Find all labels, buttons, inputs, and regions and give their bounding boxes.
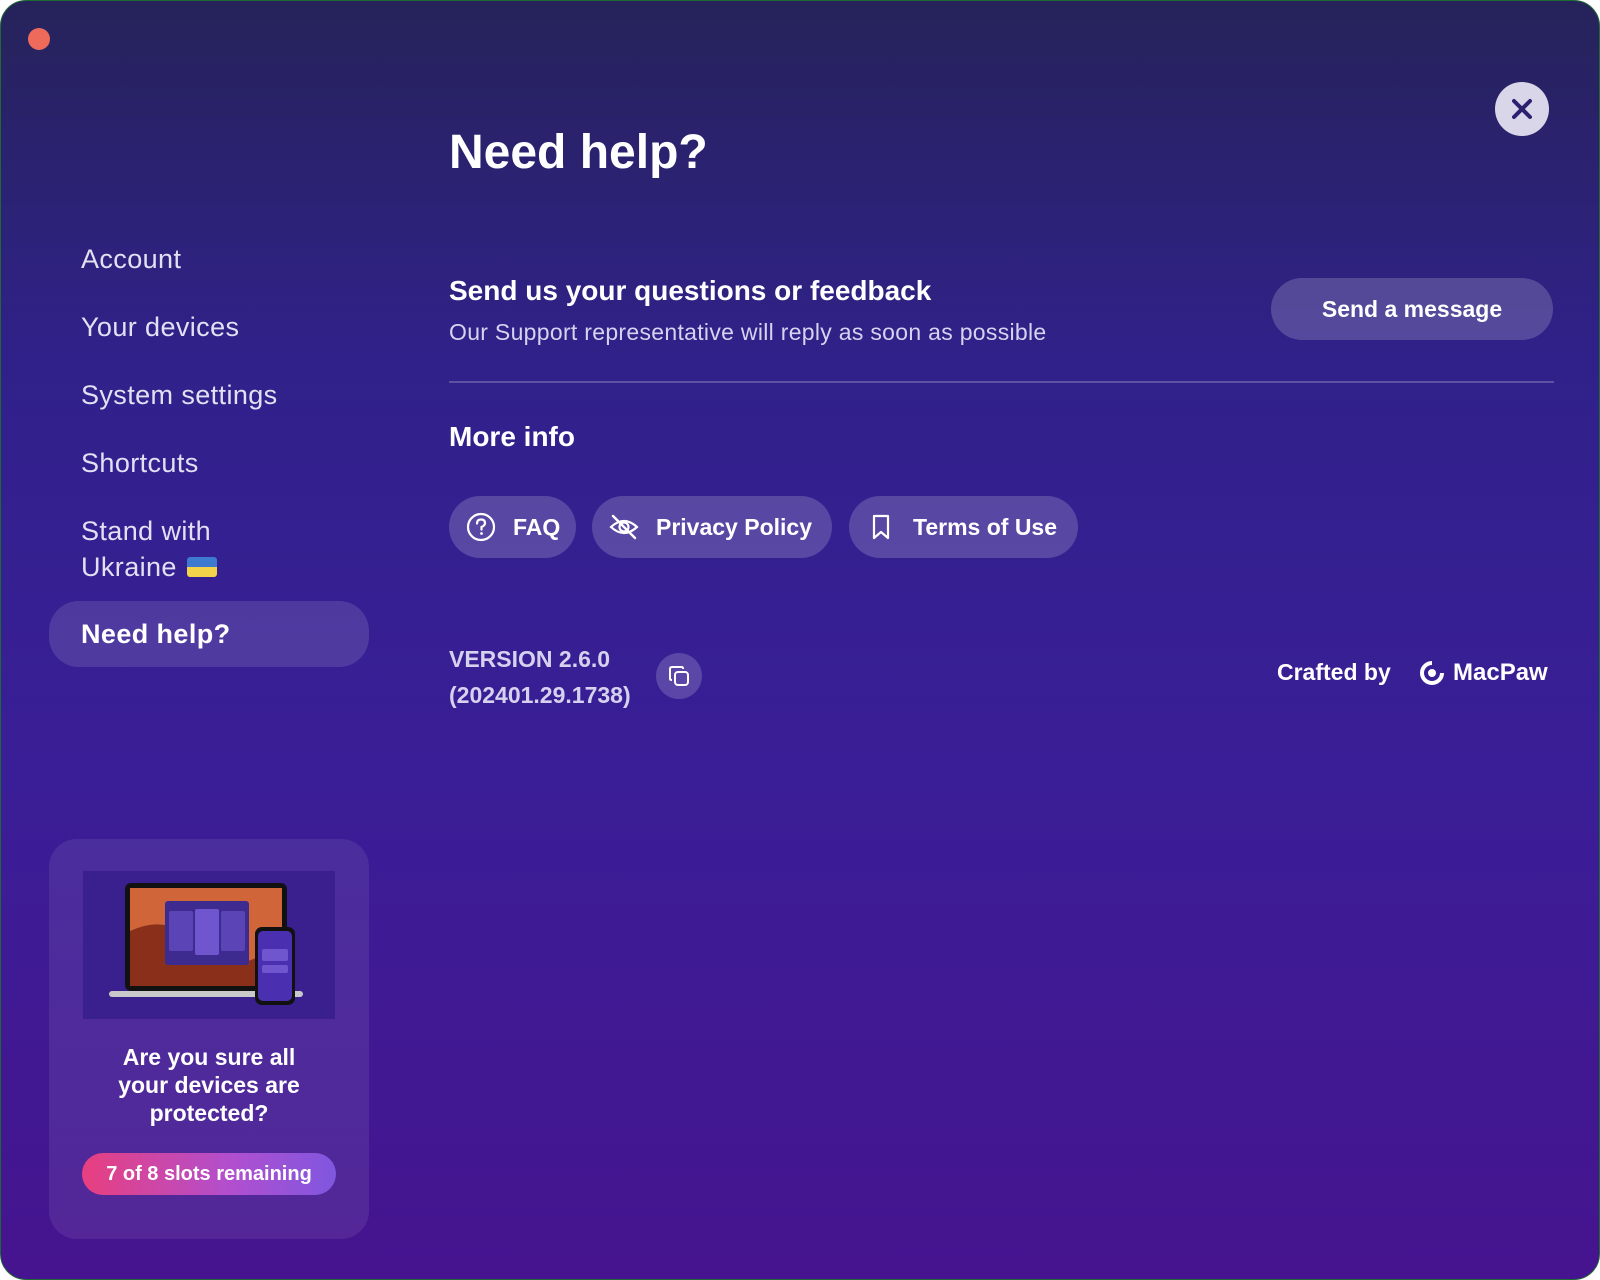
crafted-by-label: Crafted by (1277, 659, 1391, 685)
devices-illustration (83, 871, 335, 1019)
version-build: (202401.29.1738) (449, 682, 631, 708)
window-close-dot[interactable] (28, 28, 50, 50)
sidebar-item-label-line1: Stand with (81, 516, 212, 546)
privacy-policy-label: Privacy Policy (656, 513, 812, 540)
sidebar-nav: Account Your devices System settings Sho… (49, 225, 369, 667)
eye-slash-icon (608, 511, 640, 543)
sidebar-item-label: Account (81, 243, 182, 274)
question-circle-icon (465, 511, 497, 543)
terms-of-use-button[interactable]: Terms of Use (849, 496, 1078, 558)
sidebar-item-need-help[interactable]: Need help? (49, 601, 369, 667)
divider (449, 381, 1554, 383)
app-window: Account Your devices System settings Sho… (0, 0, 1600, 1280)
sidebar-item-label: System settings (81, 379, 278, 410)
sidebar-item-label: Stand with Ukraine (81, 513, 217, 585)
slots-remaining-button[interactable]: 7 of 8 slots remaining (82, 1153, 336, 1195)
sidebar-item-account[interactable]: Account (49, 225, 369, 293)
terms-of-use-label: Terms of Use (913, 513, 1058, 540)
sidebar-item-stand-with-ukraine[interactable]: Stand with Ukraine (49, 497, 369, 601)
bookmark-icon (865, 511, 897, 543)
macpaw-logo-icon (1420, 661, 1444, 685)
sidebar-item-system-settings[interactable]: System settings (49, 361, 369, 429)
version-number: VERSION 2.6.0 (449, 646, 611, 672)
faq-button[interactable]: FAQ (449, 496, 576, 558)
send-message-button[interactable]: Send a message (1271, 278, 1553, 340)
sidebar-item-label: Shortcuts (81, 447, 199, 478)
macpaw-logo[interactable]: MacPaw (1419, 659, 1548, 687)
close-icon (1512, 99, 1532, 119)
sidebar-item-label-line2: Ukraine (81, 552, 177, 582)
sidebar-item-label: Need help? (81, 618, 231, 649)
version-info: VERSION 2.6.0 (202401.29.1738) (449, 641, 631, 713)
copy-version-button[interactable] (656, 653, 702, 699)
page-title: Need help? (449, 126, 708, 179)
macpaw-brand: MacPaw (1453, 659, 1548, 686)
more-info-title: More info (449, 421, 575, 452)
copy-icon (669, 666, 689, 686)
feedback-title: Send us your questions or feedback (449, 275, 932, 306)
ukraine-flag-icon (186, 557, 217, 577)
promo-card: Are you sure all your devices are protec… (49, 839, 369, 1239)
faq-label: FAQ (513, 513, 561, 540)
sidebar-item-your-devices[interactable]: Your devices (49, 293, 369, 361)
close-button[interactable] (1495, 82, 1549, 136)
feedback-subtitle: Our Support representative will reply as… (449, 319, 1047, 345)
sidebar-item-shortcuts[interactable]: Shortcuts (49, 429, 369, 497)
promo-text: Are you sure all your devices are protec… (118, 1044, 300, 1126)
sidebar-item-label: Your devices (81, 311, 240, 342)
privacy-policy-button[interactable]: Privacy Policy (592, 496, 832, 558)
